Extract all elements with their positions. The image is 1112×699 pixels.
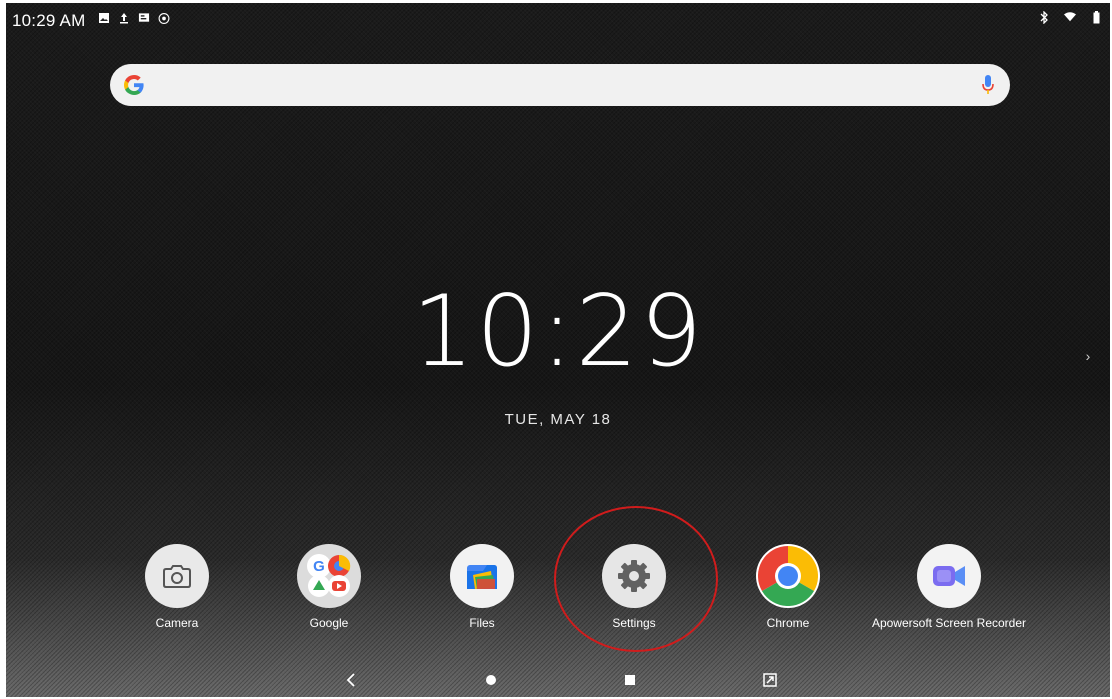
camera-icon — [145, 544, 209, 608]
image-icon — [98, 12, 110, 24]
clock-date[interactable]: TUE, MAY 18 — [6, 411, 1110, 428]
app-label: Chrome — [766, 616, 810, 630]
app-label: Files — [469, 616, 495, 630]
chrome-icon — [756, 544, 820, 608]
video-camera-icon — [917, 544, 981, 608]
highlight-annotation-circle — [554, 506, 718, 652]
status-bar: 10:29 AM — [6, 3, 1110, 37]
mic-icon[interactable] — [980, 73, 996, 97]
dock-app-chrome[interactable]: Chrome — [713, 544, 863, 630]
svg-text:G: G — [313, 558, 325, 575]
navigation-bar — [6, 663, 1110, 697]
dock-app-camera[interactable]: Camera — [102, 544, 252, 630]
status-system-icons — [1038, 10, 1102, 24]
status-time: 10:29 AM — [12, 11, 86, 30]
back-icon[interactable] — [339, 669, 363, 691]
dock-app-files[interactable]: Files — [407, 544, 557, 630]
message-icon — [138, 12, 150, 24]
sync-icon — [158, 12, 170, 24]
home-screen: 10:29 AM 10:29 TUE, MAY 18 › Camera G Go… — [6, 3, 1110, 697]
files-icon — [450, 544, 514, 608]
app-label: Google — [309, 616, 349, 630]
app-label: Apowersoft Screen Recorder — [871, 616, 1027, 630]
screenshot-icon[interactable] — [758, 669, 782, 691]
google-logo-icon — [122, 73, 146, 97]
app-label: Camera — [155, 616, 199, 630]
battery-icon — [1090, 10, 1102, 23]
bluetooth-icon — [1038, 10, 1050, 24]
google-folder-icon: G — [297, 544, 361, 608]
clock-time[interactable]: 10:29 — [6, 283, 1110, 381]
upload-icon — [118, 12, 130, 24]
google-search-bar[interactable] — [110, 64, 1010, 106]
dock-app-google-folder[interactable]: G Google — [254, 544, 404, 630]
recents-icon[interactable] — [618, 669, 642, 691]
chevron-right-icon[interactable]: › — [1077, 345, 1099, 367]
home-icon[interactable] — [479, 669, 503, 691]
dock-app-apowersoft-screen-recorder[interactable]: Apowersoft Screen Recorder — [864, 544, 1034, 630]
status-notification-icons — [98, 12, 170, 24]
wifi-icon — [1064, 11, 1076, 23]
